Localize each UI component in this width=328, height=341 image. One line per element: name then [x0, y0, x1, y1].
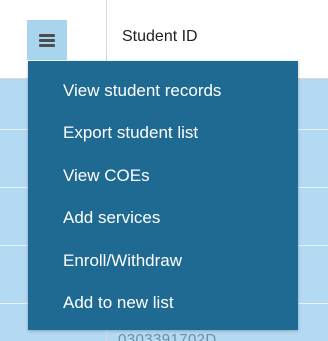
row-actions-menu: View student records Export student list… [28, 61, 298, 330]
student-id-cell[interactable]: 0303391702D [118, 329, 288, 341]
student-id-column-header[interactable]: Student ID [122, 28, 198, 46]
menu-item-view-student-records[interactable]: View student records [63, 81, 221, 101]
menu-item-add-services[interactable]: Add services [63, 208, 160, 228]
menu-item-add-to-new-list[interactable]: Add to new list [63, 293, 174, 313]
student-grid: Student ID 0303391702D View student reco… [0, 0, 328, 341]
menu-item-enroll-withdraw[interactable]: Enroll/Withdraw [63, 251, 182, 271]
column-menu-button[interactable] [27, 20, 67, 60]
hamburger-icon [39, 33, 55, 47]
menu-item-export-student-list[interactable]: Export student list [63, 123, 198, 143]
menu-item-view-coes[interactable]: View COEs [63, 166, 150, 186]
